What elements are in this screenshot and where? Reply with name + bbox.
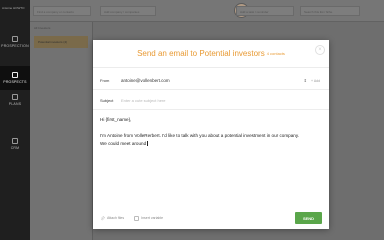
add-sender-link[interactable]: + Add [311,79,329,83]
list-heading: All Investors [34,26,51,30]
nav-label: PLANS [8,102,22,106]
list-icon [12,138,18,144]
variable-icon [134,215,140,221]
body-blank-line [100,124,322,132]
body-line: I'm Antoine from VolleRerbert. I'd like … [100,133,300,138]
contact-count: 4 contacts [266,51,285,56]
insert-variable-label: Insert variable [141,216,164,220]
left-navigation: Antoine HOWTO PROSPECTION PROSPECTS PLAN… [0,0,30,240]
add-company-field[interactable]: Add company / companies [100,6,156,16]
subject-input[interactable] [121,98,329,103]
body-line-last: We could meet around [100,140,322,148]
users-icon [12,72,18,78]
nav-plans[interactable]: PLANS [0,88,30,112]
nav-label: PROSPECTION [1,44,29,48]
modal-footer: Attach files Insert variable SEND [93,207,329,229]
nav-prospects[interactable]: PROSPECTS [0,66,30,90]
attach-files-label: Attach files [107,216,125,220]
nav-prospection[interactable]: PROSPECTION [0,30,30,54]
from-label: From [100,78,110,83]
body-line: Hi {first_name}, [100,117,132,122]
search-field[interactable]: Find a company or contacts [33,6,91,16]
from-select[interactable]: antoine@vollenbert.com [121,78,304,83]
chevron-down-icon[interactable]: ⇕ [304,78,307,83]
subject-label: Subject [100,98,114,103]
nav-label: CRM [10,146,20,150]
insert-variable-button[interactable]: Insert variable [134,215,164,221]
nav-label: PROSPECTS [3,80,27,84]
search-icon [12,36,18,42]
nav-crm[interactable]: CRM [0,132,30,156]
top-bar: Find a company or contacts Add company /… [30,0,384,22]
calendar-icon [12,94,18,100]
paperclip-icon [100,215,105,220]
close-icon[interactable]: × [315,45,325,55]
send-button[interactable]: SEND [295,212,322,224]
email-modal: Send an email to Potential investors 4 c… [93,40,329,229]
account-name: Antoine HOWTO [2,6,25,10]
lists-panel: All Investors Potential investors (4) [30,22,93,240]
from-row: From antoine@vollenbert.com ⇕ + Add [93,72,329,90]
subject-row: Subject [93,92,329,110]
search-list-field[interactable]: Search this list / fiche [300,6,360,16]
email-body[interactable]: Hi {first_name}, I'm Antoine from VolleR… [100,116,322,148]
body-line: We could meet around [100,141,147,146]
modal-title: Send an email to Potential investors [137,49,265,58]
text-caret [146,141,148,147]
add-task-field[interactable]: Add a task / reminder [236,6,294,16]
modal-header: Send an email to Potential investors 4 c… [93,40,329,68]
list-item[interactable]: Potential investors (4) [34,36,88,48]
attach-files-button[interactable]: Attach files [100,215,125,221]
